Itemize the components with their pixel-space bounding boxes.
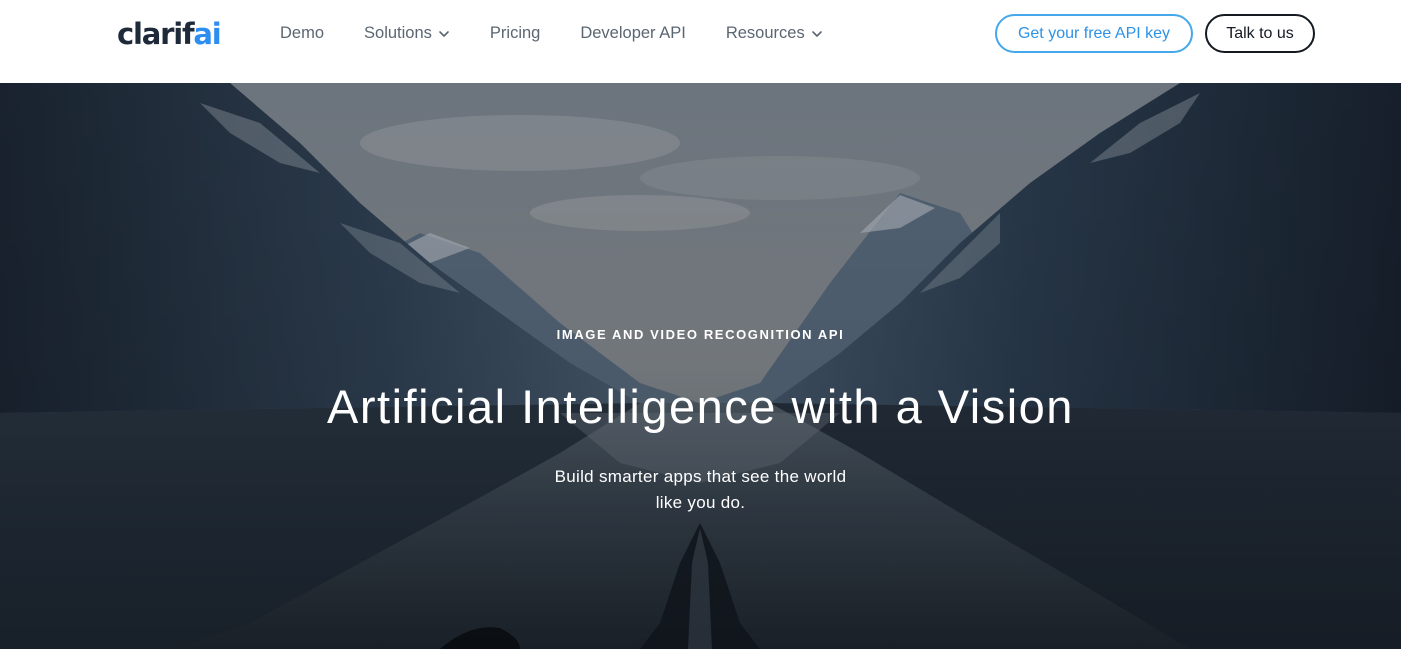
talk-to-us-button[interactable]: Talk to us — [1205, 14, 1315, 53]
nav-item-demo[interactable]: Demo — [280, 22, 324, 44]
nav-item-developer-api[interactable]: Developer API — [580, 22, 685, 44]
chevron-down-icon — [811, 28, 823, 40]
hero-section: IMAGE AND VIDEO RECOGNITION API Artifici… — [0, 83, 1401, 649]
nav-item-pricing[interactable]: Pricing — [490, 22, 540, 44]
nav-item-label: Resources — [725, 24, 805, 42]
hero-headline: Artificial Intelligence with a Vision — [327, 380, 1074, 433]
clarifai-logo[interactable]: clarifai — [117, 14, 222, 54]
nav-item-label: Developer API — [580, 24, 686, 42]
hero-background-image — [0, 83, 1401, 649]
chevron-down-icon — [438, 28, 450, 40]
nav-item-resources[interactable]: Resources — [726, 22, 823, 44]
nav-item-label: Solutions — [364, 24, 432, 42]
main-nav: Demo Solutions Pricing Developer API Res… — [280, 22, 823, 44]
nav-item-label: Demo — [280, 24, 325, 42]
hero-eyebrow: IMAGE AND VIDEO RECOGNITION API — [556, 327, 845, 342]
get-api-key-button[interactable]: Get your free API key — [995, 14, 1193, 53]
logo-wordmark-accent: ai — [193, 17, 221, 51]
nav-item-solutions[interactable]: Solutions — [364, 22, 450, 44]
logo-wordmark: clarif — [117, 17, 195, 51]
hero-subhead: Build smarter apps that see the world li… — [554, 467, 847, 512]
nav-item-label: Pricing — [489, 24, 541, 42]
site-header: clarifai Demo Solutions Pricing Develope… — [0, 0, 1401, 83]
